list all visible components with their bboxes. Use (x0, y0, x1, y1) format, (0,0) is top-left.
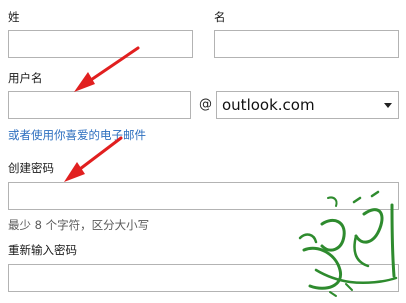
username-label: 用户名 (8, 71, 43, 85)
domain-select-value: outlook.com (222, 96, 315, 114)
username-input[interactable] (8, 91, 191, 119)
red-arrow-password (64, 136, 123, 182)
password-input[interactable] (8, 182, 399, 210)
first-name-label: 名 (214, 10, 226, 24)
reenter-password-input[interactable] (8, 264, 399, 292)
domain-select[interactable]: outlook.com (216, 91, 399, 119)
last-name-input[interactable] (8, 30, 193, 58)
last-name-label: 姓 (8, 10, 20, 24)
chevron-down-icon (384, 102, 392, 108)
password-hint: 最少 8 个字符，区分大小写 (8, 218, 150, 232)
use-existing-email-link[interactable]: 或者使用你喜爱的电子邮件 (8, 127, 146, 143)
first-name-input[interactable] (214, 30, 399, 58)
reenter-password-label: 重新输入密码 (8, 243, 77, 257)
create-password-label: 创建密码 (8, 161, 54, 175)
at-symbol: @ (199, 97, 212, 112)
